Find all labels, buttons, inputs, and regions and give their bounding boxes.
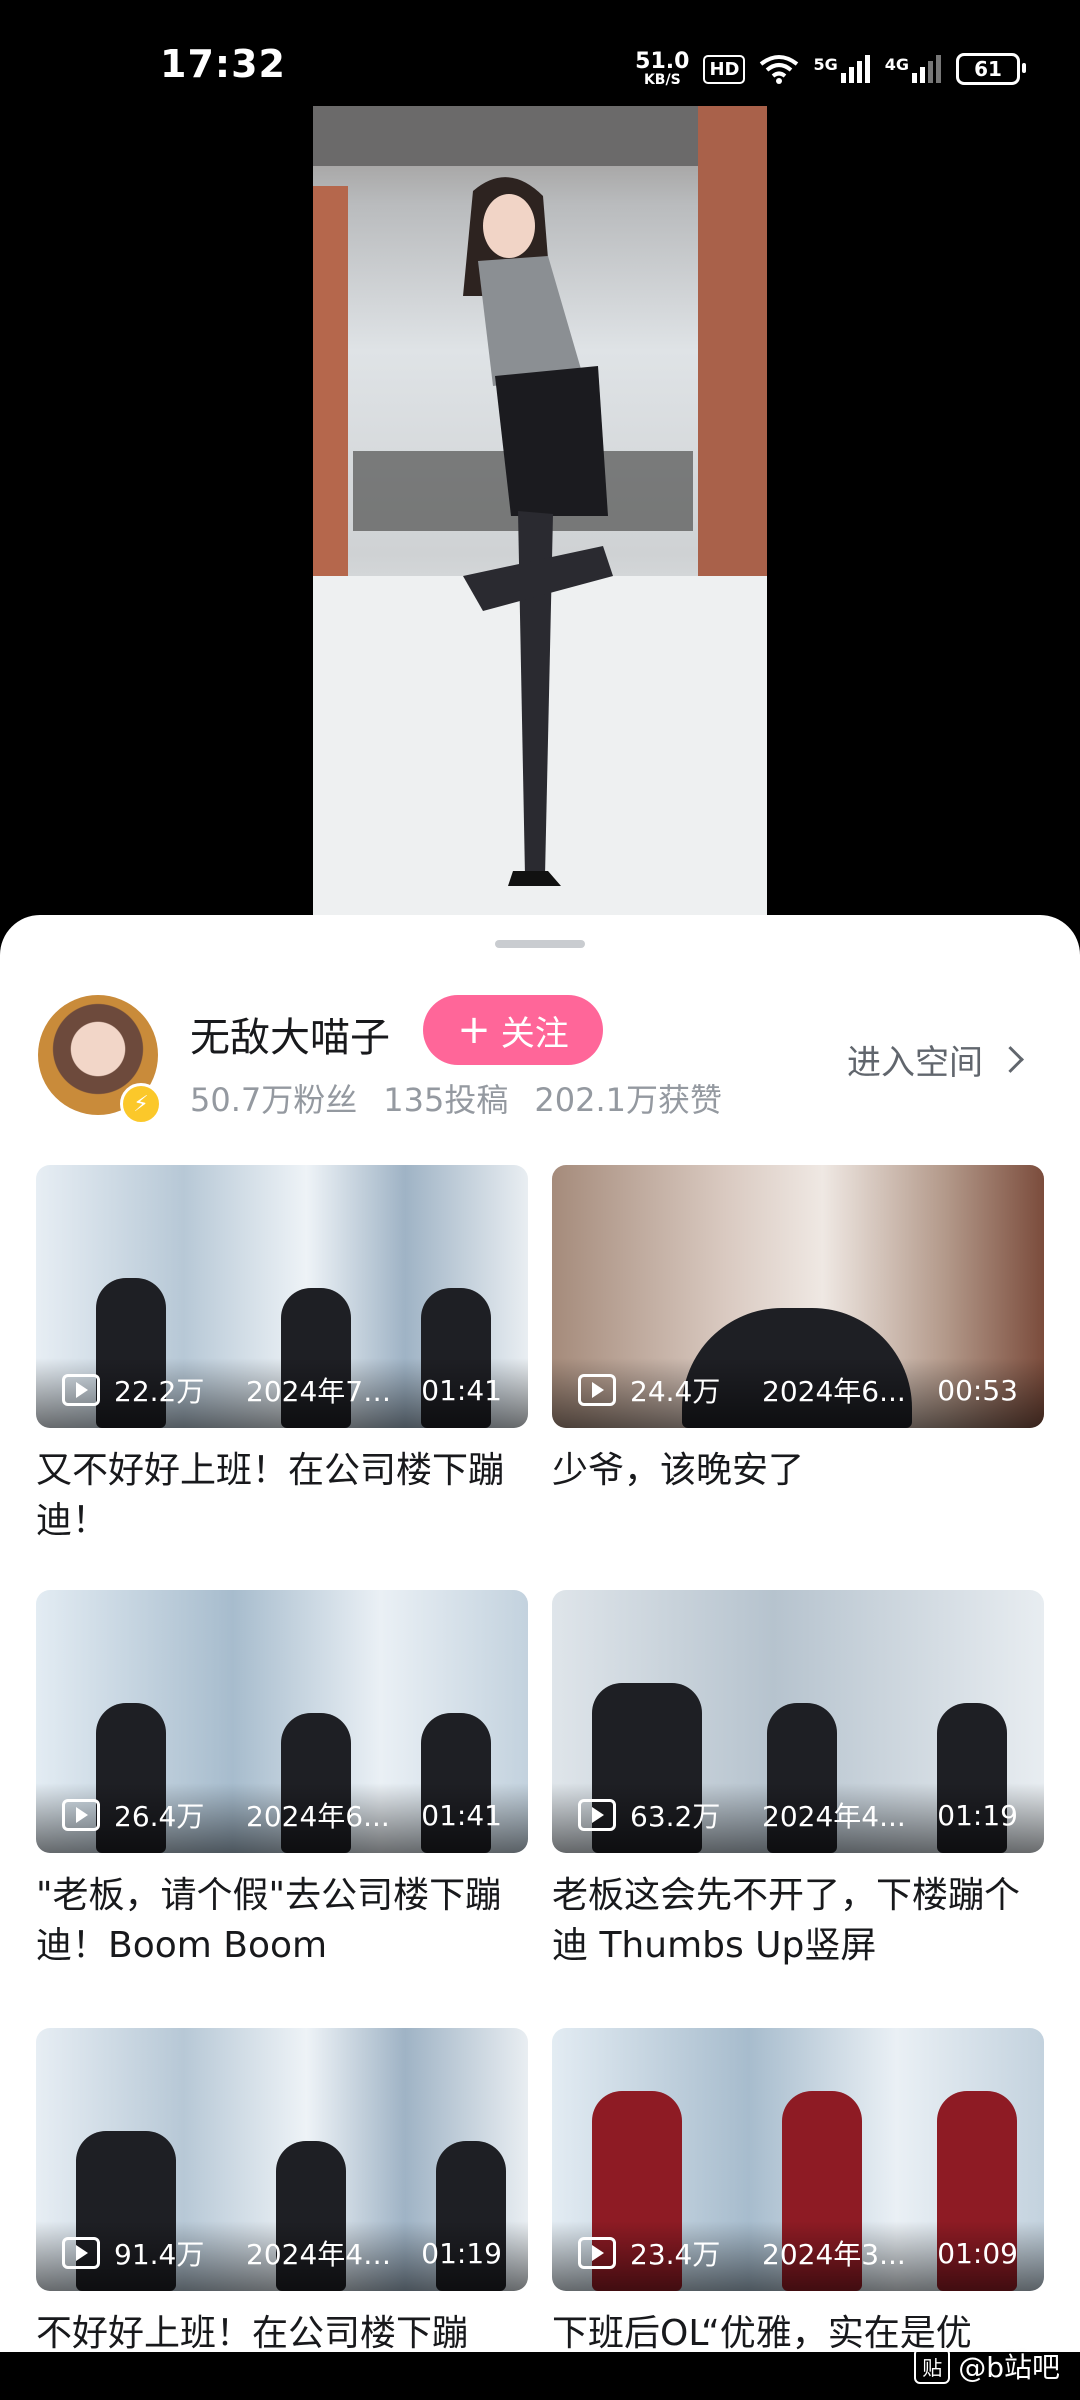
watermark: 贴 @b站吧	[914, 2346, 1060, 2386]
video-player[interactable]	[313, 106, 767, 921]
video-meta: 63.2万 2024年4... 01:19	[578, 1795, 1018, 1835]
view-count: 91.4万	[114, 2238, 205, 2271]
publish-date: 2024年6...	[246, 1800, 390, 1833]
publish-date: 2024年7月...	[246, 1375, 412, 1408]
play-count-icon	[578, 1374, 616, 1406]
tieba-logo-icon: 贴	[914, 2348, 951, 2384]
video-meta: 24.4万 2024年6... 00:53	[578, 1370, 1018, 1410]
video-card[interactable]: 26.4万 2024年6... 01:41 "老板，请个假"去公司楼下蹦迪！Bo…	[36, 1590, 528, 1971]
status-time: 17:32	[160, 42, 286, 86]
plus-icon: +	[457, 1007, 491, 1053]
video-meta: 26.4万 2024年6... 01:41	[62, 1795, 502, 1835]
video-title[interactable]: 少爷，该晚安了	[552, 1446, 1044, 1546]
video-thumbnail[interactable]: 91.4万 2024年4月... 01:19	[36, 2028, 528, 2291]
uploader-name[interactable]: 无敌大喵子	[190, 1005, 390, 1063]
duration: 01:19	[421, 2236, 502, 2270]
wifi-icon	[760, 55, 799, 84]
video-card[interactable]: 91.4万 2024年4月... 01:19 不好好上班！在公司楼下蹦	[36, 2028, 528, 2359]
signal-4g-icon: 4G	[885, 55, 942, 83]
duration: 01:41	[421, 1798, 502, 1832]
view-count: 22.2万	[114, 1375, 205, 1408]
duration: 01:09	[937, 2236, 1018, 2270]
publish-date: 2024年3...	[762, 2238, 906, 2271]
follow-label: 关注	[500, 1013, 569, 1054]
likes-count: 202.1万获赞	[534, 1081, 722, 1119]
video-thumbnail[interactable]: 24.4万 2024年6... 00:53	[552, 1165, 1044, 1428]
video-title[interactable]: 老板这会先不开了，下楼蹦个迪 Thumbs Up竖屏	[552, 1871, 1044, 1971]
video-card[interactable]: 63.2万 2024年4... 01:19 老板这会先不开了，下楼蹦个迪 Thu…	[552, 1590, 1044, 1971]
publish-date: 2024年4...	[762, 1800, 906, 1833]
video-thumbnail[interactable]: 22.2万 2024年7月... 01:41	[36, 1165, 528, 1428]
video-thumbnail[interactable]: 26.4万 2024年6... 01:41	[36, 1590, 528, 1853]
uploader-stats: 50.7万粉丝 135投稿 202.1万获赞	[190, 1075, 722, 1121]
enter-space-link[interactable]: 进入空间	[847, 1035, 1024, 1084]
view-count: 63.2万	[630, 1800, 721, 1833]
fans-count: 50.7万粉丝	[190, 1081, 358, 1119]
play-count-icon	[62, 1374, 100, 1406]
play-count-icon	[62, 1799, 100, 1831]
video-title[interactable]: "老板，请个假"去公司楼下蹦迪！Boom Boom	[36, 1871, 528, 1971]
video-thumbnail[interactable]: 63.2万 2024年4... 01:19	[552, 1590, 1044, 1853]
hd-voice-icon: HD	[703, 54, 746, 84]
video-meta: 91.4万 2024年4月... 01:19	[62, 2233, 502, 2273]
duration: 01:41	[421, 1373, 502, 1407]
publish-date: 2024年4月...	[246, 2238, 412, 2271]
video-title[interactable]: 又不好好上班！在公司楼下蹦迪！	[36, 1446, 528, 1546]
posts-count: 135投稿	[383, 1081, 509, 1119]
play-count-icon	[62, 2237, 100, 2269]
video-card[interactable]: 23.4万 2024年3... 01:09 下班后OL“优雅，实在是优	[552, 2028, 1044, 2359]
chevron-right-icon	[997, 1046, 1024, 1073]
view-count: 26.4万	[114, 1800, 205, 1833]
status-bar: 17:32 51.0 KB/S HD 5G 4G 61	[0, 0, 1080, 105]
video-frame	[313, 106, 767, 921]
video-meta: 22.2万 2024年7月... 01:41	[62, 1370, 502, 1410]
follow-button[interactable]: + 关注	[423, 995, 603, 1065]
view-count: 23.4万	[630, 2238, 721, 2271]
video-thumbnail[interactable]: 23.4万 2024年3... 01:09	[552, 2028, 1044, 2291]
video-card[interactable]: 24.4万 2024年6... 00:53 少爷，该晚安了	[552, 1165, 1044, 1546]
status-icons: 51.0 KB/S HD 5G 4G 61	[635, 48, 1026, 90]
uploader-sheet: ⚡ 无敌大喵子 + 关注 50.7万粉丝 135投稿 202.1万获赞 进入空间	[0, 915, 1080, 2400]
signal-5g-icon: 5G	[813, 55, 870, 83]
lightning-badge-icon: ⚡	[120, 1083, 162, 1125]
publish-date: 2024年6...	[762, 1375, 906, 1408]
video-card[interactable]: 22.2万 2024年7月... 01:41 又不好好上班！在公司楼下蹦迪！	[36, 1165, 528, 1546]
duration: 00:53	[937, 1373, 1018, 1407]
sheet-drag-handle[interactable]	[495, 940, 585, 948]
play-count-icon	[578, 2237, 616, 2269]
battery-icon: 61	[956, 53, 1026, 85]
play-count-icon	[578, 1799, 616, 1831]
view-count: 24.4万	[630, 1375, 721, 1408]
uploader-profile: ⚡ 无敌大喵子 + 关注 50.7万粉丝 135投稿 202.1万获赞 进入空间	[0, 995, 1080, 1125]
duration: 01:19	[937, 1798, 1018, 1832]
network-speed: 51.0 KB/S	[635, 49, 690, 88]
video-meta: 23.4万 2024年3... 01:09	[578, 2233, 1018, 2273]
